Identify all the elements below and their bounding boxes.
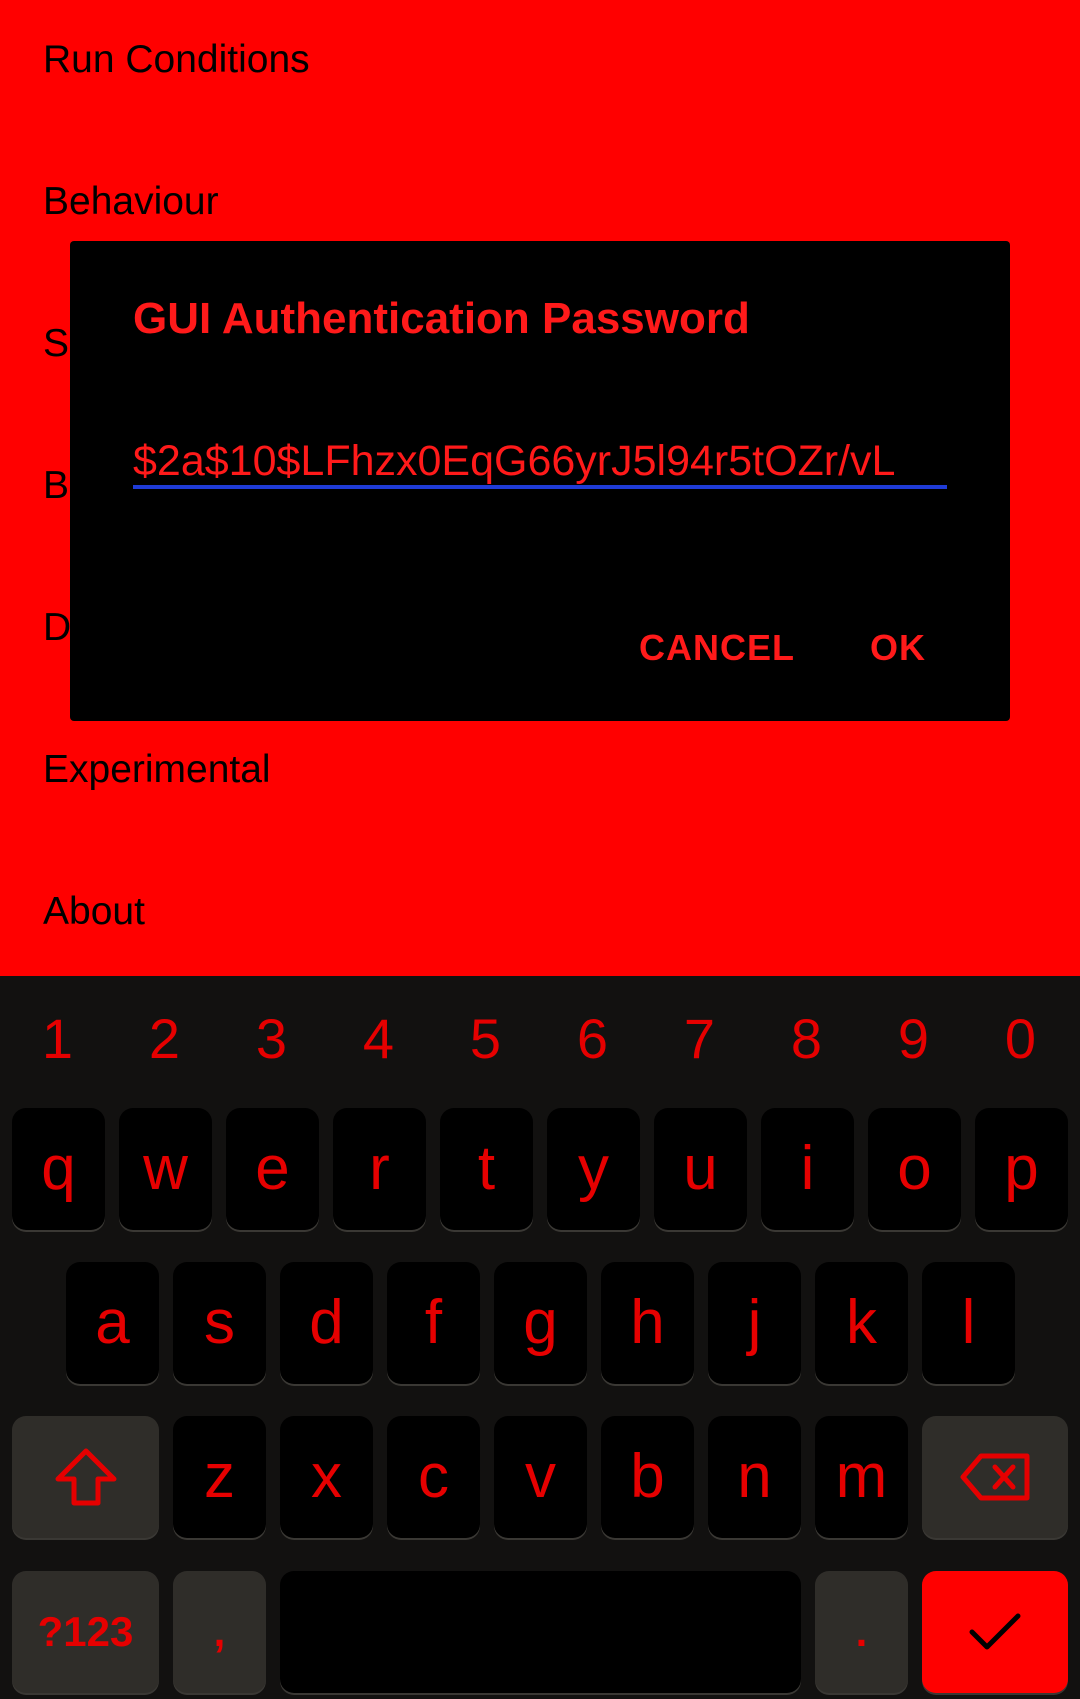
key-h[interactable]: h — [601, 1262, 694, 1384]
key-e[interactable]: e — [226, 1108, 319, 1230]
key-label: z — [204, 1442, 235, 1511]
key-y[interactable]: y — [547, 1108, 640, 1230]
key-label: j — [747, 1288, 762, 1357]
key-o[interactable]: o — [868, 1108, 961, 1230]
key-label: n — [737, 1442, 772, 1511]
cancel-button[interactable]: CANCEL — [639, 627, 795, 669]
key-u[interactable]: u — [654, 1108, 747, 1230]
key-k[interactable]: k — [815, 1262, 908, 1384]
key-label: , — [213, 1608, 226, 1655]
key-i[interactable]: i — [761, 1108, 854, 1230]
key-label: v — [525, 1442, 556, 1511]
settings-item-d[interactable]: D — [43, 608, 71, 647]
backspace-icon — [959, 1452, 1031, 1502]
key-label: y — [578, 1134, 609, 1203]
key-label: l — [961, 1288, 976, 1357]
key-label: x — [311, 1442, 342, 1511]
password-input[interactable] — [133, 437, 947, 489]
key-0[interactable]: 0 — [967, 1006, 1074, 1071]
dialog-title: GUI Authentication Password — [133, 294, 750, 343]
settings-item-s[interactable]: S — [43, 324, 69, 363]
key-c[interactable]: c — [387, 1416, 480, 1538]
key-label: k — [846, 1288, 877, 1357]
soft-keyboard: 1 2 3 4 5 6 7 8 9 0 q w e r t y u i o p … — [0, 976, 1080, 1699]
key-label: m — [835, 1442, 888, 1511]
key-label: s — [204, 1288, 235, 1357]
symbols-key[interactable]: ?123 — [12, 1571, 159, 1693]
key-m[interactable]: m — [815, 1416, 908, 1538]
checkmark-icon — [968, 1612, 1022, 1652]
space-key[interactable] — [280, 1571, 801, 1693]
key-label: u — [683, 1134, 718, 1203]
key-6[interactable]: 6 — [539, 1006, 646, 1071]
key-label: p — [1004, 1134, 1039, 1203]
enter-key[interactable] — [922, 1571, 1068, 1693]
key-w[interactable]: w — [119, 1108, 212, 1230]
settings-item-about[interactable]: About — [43, 892, 145, 931]
backspace-key[interactable] — [922, 1416, 1068, 1538]
key-label: q — [41, 1134, 76, 1203]
key-label: t — [477, 1134, 496, 1203]
key-s[interactable]: s — [173, 1262, 266, 1384]
key-n[interactable]: n — [708, 1416, 801, 1538]
period-key[interactable]: . — [815, 1571, 908, 1693]
shift-key[interactable] — [12, 1416, 159, 1538]
key-label: b — [630, 1442, 665, 1511]
number-row: 1 2 3 4 5 6 7 8 9 0 — [0, 976, 1080, 1076]
shift-arrow-icon — [54, 1447, 118, 1507]
key-3[interactable]: 3 — [218, 1006, 325, 1071]
key-label: g — [523, 1288, 558, 1357]
key-label: f — [424, 1288, 443, 1357]
key-label: e — [255, 1134, 290, 1203]
key-r[interactable]: r — [333, 1108, 426, 1230]
key-label: . — [855, 1608, 868, 1655]
key-label: d — [309, 1288, 344, 1357]
key-a[interactable]: a — [66, 1262, 159, 1384]
key-p[interactable]: p — [975, 1108, 1068, 1230]
key-label: r — [369, 1134, 390, 1203]
key-g[interactable]: g — [494, 1262, 587, 1384]
key-4[interactable]: 4 — [325, 1006, 432, 1071]
key-8[interactable]: 8 — [753, 1006, 860, 1071]
key-label: a — [95, 1288, 130, 1357]
key-7[interactable]: 7 — [646, 1006, 753, 1071]
key-label: ?123 — [37, 1608, 134, 1655]
ok-button[interactable]: OK — [870, 627, 926, 669]
key-l[interactable]: l — [922, 1262, 1015, 1384]
key-v[interactable]: v — [494, 1416, 587, 1538]
key-label: c — [418, 1442, 449, 1511]
settings-item-b[interactable]: B — [43, 466, 69, 505]
comma-key[interactable]: , — [173, 1571, 266, 1693]
key-1[interactable]: 1 — [4, 1006, 111, 1071]
key-label: h — [630, 1288, 665, 1357]
settings-item-experimental[interactable]: Experimental — [43, 750, 271, 789]
key-q[interactable]: q — [12, 1108, 105, 1230]
key-t[interactable]: t — [440, 1108, 533, 1230]
settings-item-run-conditions[interactable]: Run Conditions — [43, 40, 310, 79]
key-2[interactable]: 2 — [111, 1006, 218, 1071]
key-5[interactable]: 5 — [432, 1006, 539, 1071]
key-f[interactable]: f — [387, 1262, 480, 1384]
key-x[interactable]: x — [280, 1416, 373, 1538]
password-dialog: GUI Authentication Password CANCEL OK — [70, 241, 1010, 721]
key-label: w — [143, 1134, 188, 1203]
key-label: o — [897, 1134, 932, 1203]
key-j[interactable]: j — [708, 1262, 801, 1384]
settings-item-behaviour[interactable]: Behaviour — [43, 182, 219, 221]
key-9[interactable]: 9 — [860, 1006, 967, 1071]
key-z[interactable]: z — [173, 1416, 266, 1538]
key-label: i — [800, 1134, 815, 1203]
key-d[interactable]: d — [280, 1262, 373, 1384]
key-b[interactable]: b — [601, 1416, 694, 1538]
